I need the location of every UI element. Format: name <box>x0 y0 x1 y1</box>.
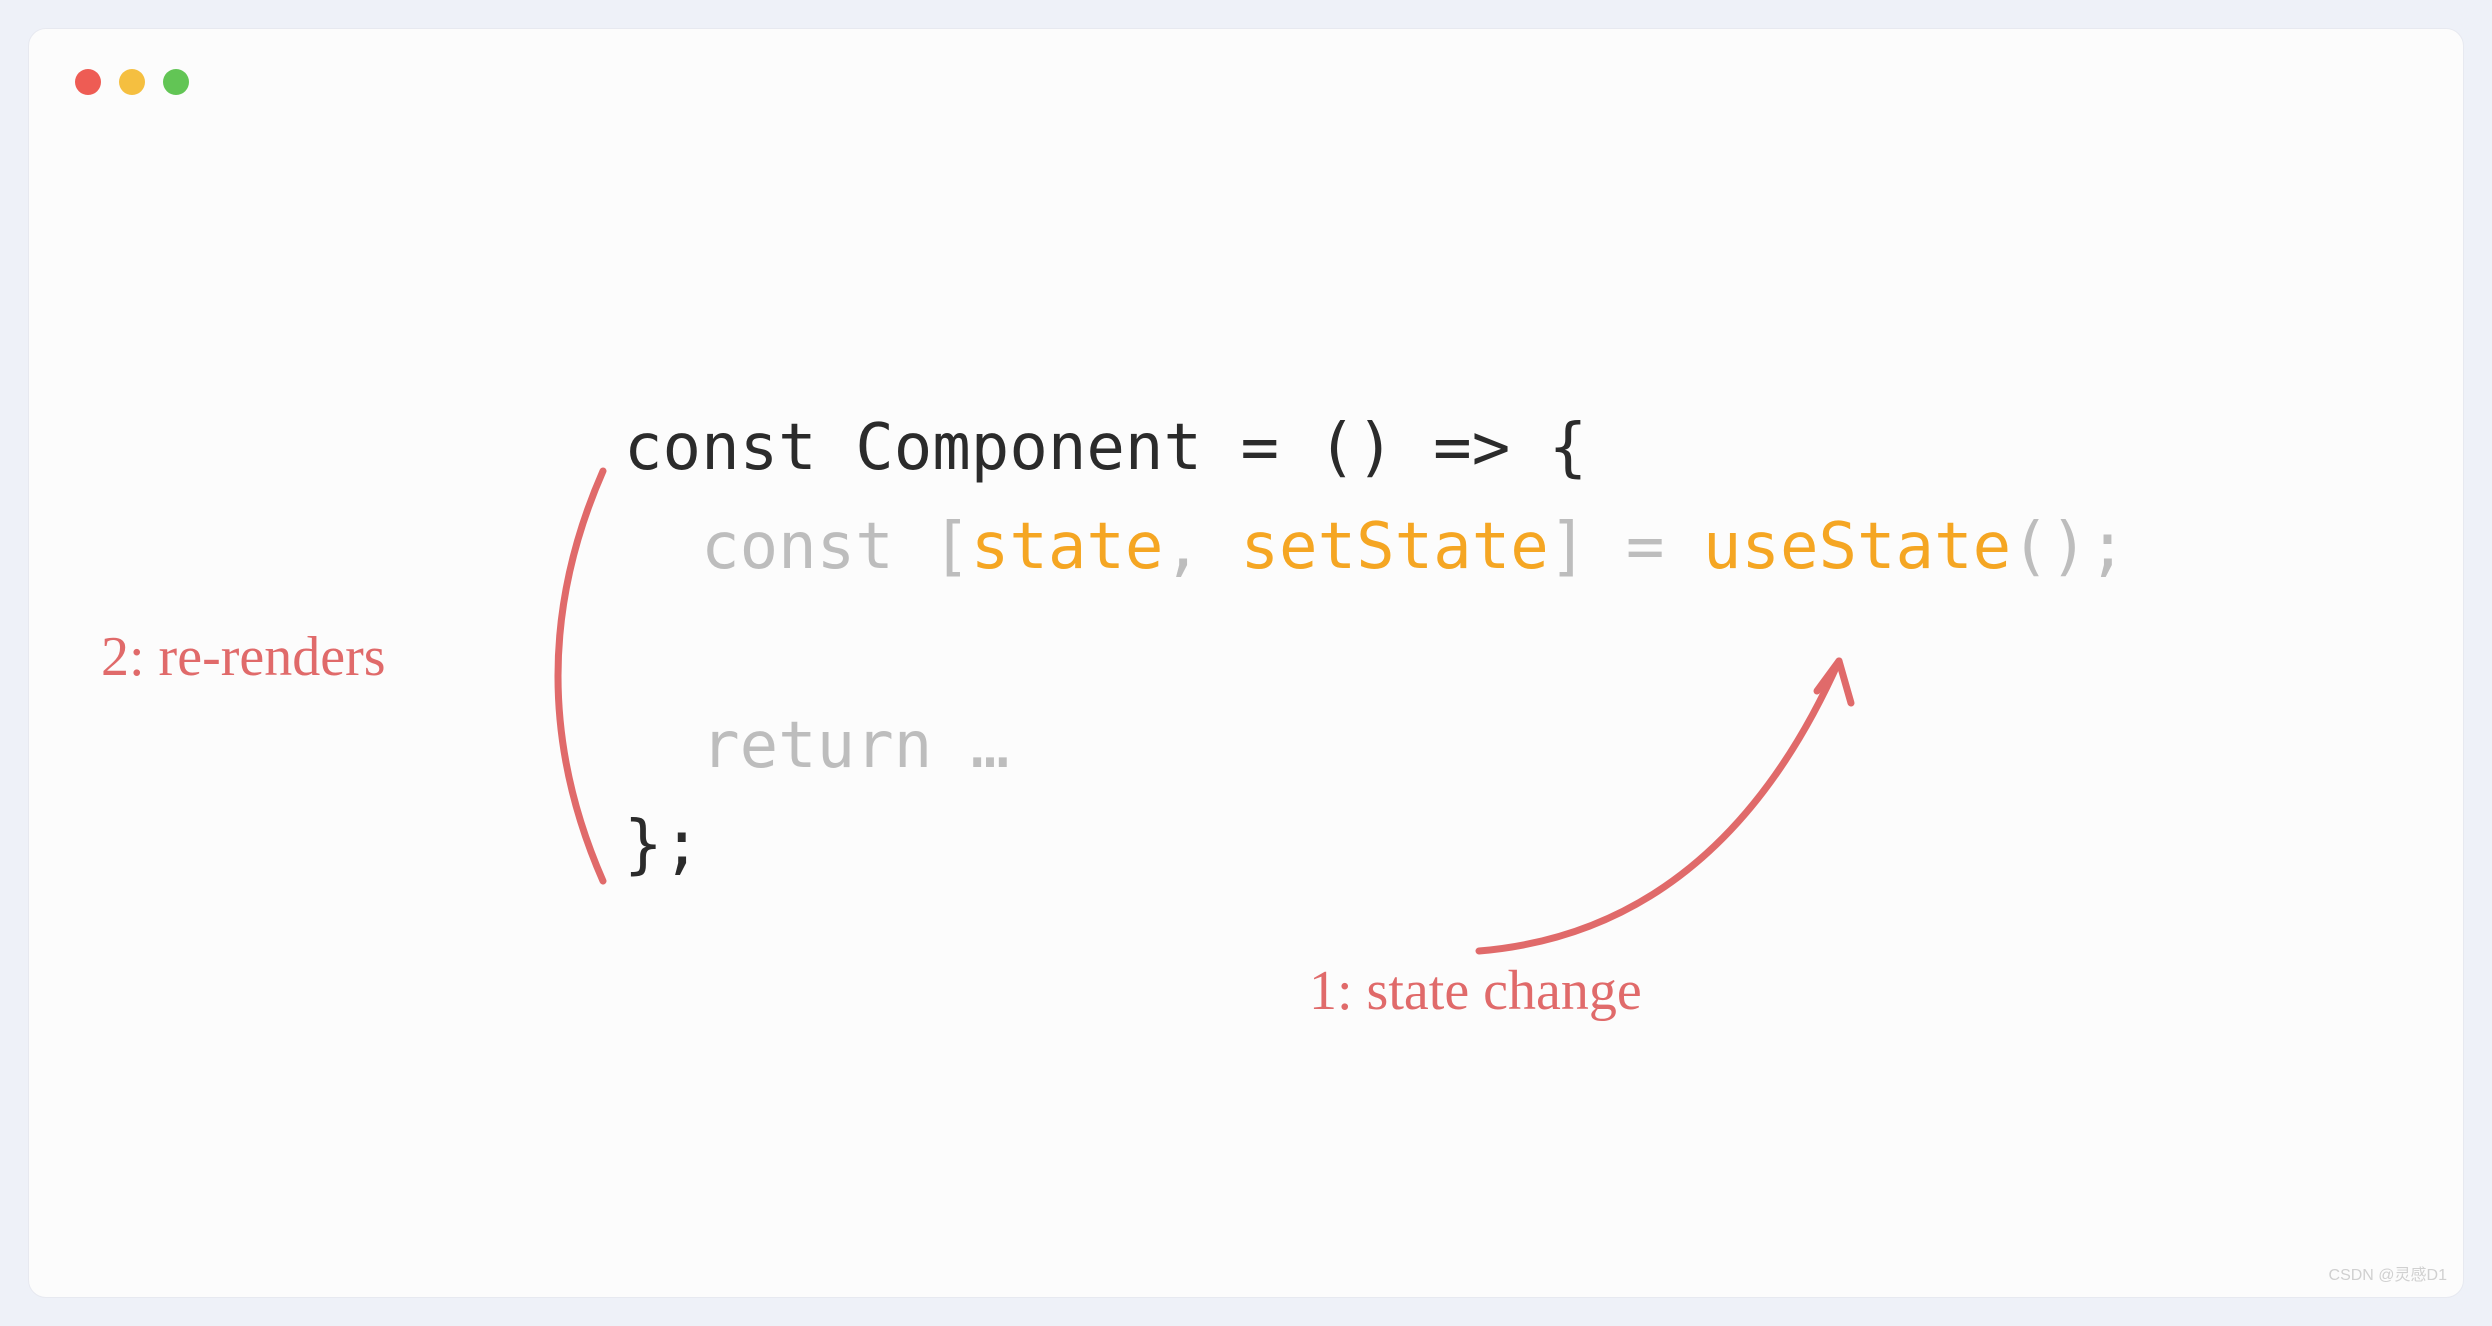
code-line-2-comma: , <box>1163 510 1240 584</box>
annotation-rerenders: 2: re-renders <box>101 625 386 689</box>
rerenders-arc-icon <box>493 461 623 891</box>
close-icon[interactable] <box>75 69 101 95</box>
code-line-4-return: return … <box>624 709 1009 783</box>
watermark-text: CSDN @灵感D1 <box>2329 1261 2447 1285</box>
code-line-1: const Component = () => { <box>624 411 1587 485</box>
code-line-2-parens: (); <box>2011 510 2127 584</box>
code-snippet: const Component = () => { const [state, … <box>624 399 2127 895</box>
code-line-2-usestate: useState <box>1703 510 2011 584</box>
code-line-2-state: state <box>971 510 1164 584</box>
code-line-5-close: }; <box>624 808 701 882</box>
code-window: const Component = () => { const [state, … <box>28 28 2464 1298</box>
code-line-2-const: const [ <box>624 510 971 584</box>
window-controls <box>75 69 189 95</box>
code-line-2-equals: ] = <box>1549 510 1703 584</box>
annotation-state-change: 1: state change <box>1309 959 1642 1023</box>
code-line-2-setstate: setState <box>1241 510 1549 584</box>
minimize-icon[interactable] <box>119 69 145 95</box>
state-change-arrow-icon <box>1439 631 1879 971</box>
maximize-icon[interactable] <box>163 69 189 95</box>
